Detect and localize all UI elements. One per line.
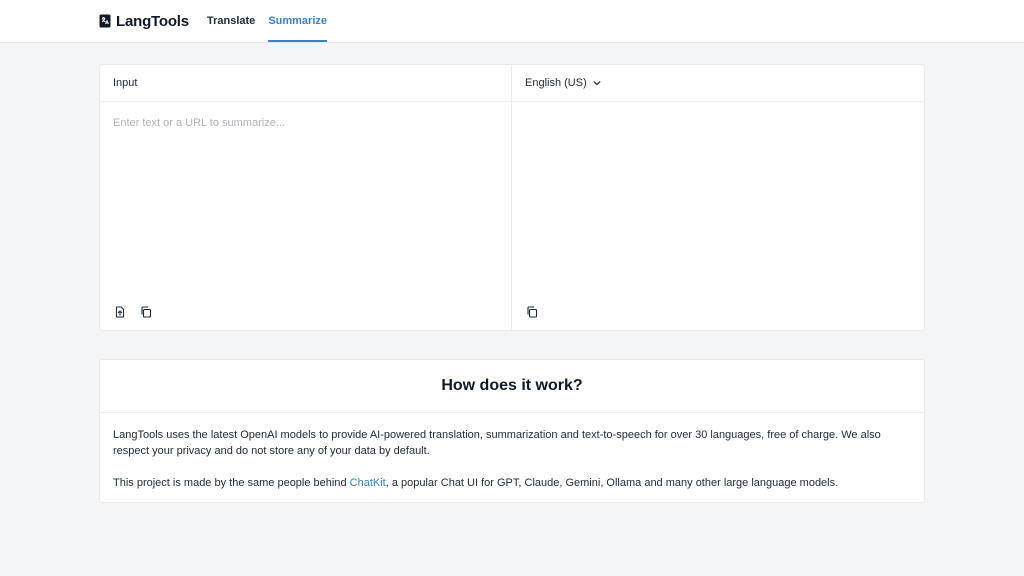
copy-icon — [140, 305, 151, 318]
copy-input-button[interactable] — [139, 305, 152, 318]
info-paragraph-2: This project is made by the same people … — [113, 475, 911, 491]
info-text: , a popular Chat UI for GPT, Claude, Gem… — [385, 477, 839, 489]
input-pane-header: Input — [100, 65, 511, 102]
brand-logo-link[interactable]: LangTools — [99, 12, 189, 30]
chatkit-link[interactable]: ChatKit — [350, 477, 386, 489]
how-it-works-body: LangTools uses the latest OpenAI models … — [100, 413, 924, 491]
output-pane-header: English (US) — [512, 65, 924, 102]
language-select[interactable]: English (US) — [525, 77, 601, 89]
input-textarea[interactable] — [100, 103, 511, 283]
brand-name: LangTools — [116, 12, 189, 30]
language-select-value: English (US) — [525, 77, 587, 89]
tab-translate[interactable]: Translate — [207, 0, 255, 43]
main-nav: Translate Summarize — [207, 0, 327, 43]
input-label: Input — [113, 77, 138, 89]
copy-icon — [526, 305, 537, 318]
info-text: This project is made by the same people … — [113, 477, 350, 489]
file-upload-icon — [115, 305, 124, 318]
chevron-down-icon — [593, 81, 601, 86]
input-toolbar — [113, 305, 152, 318]
info-paragraph-1: LangTools uses the latest OpenAI models … — [113, 429, 881, 457]
book-icon — [99, 14, 111, 28]
how-it-works-title: How does it work? — [100, 360, 924, 413]
copy-output-button[interactable] — [525, 305, 538, 318]
how-it-works-card: How does it work? LangTools uses the lat… — [99, 359, 925, 503]
upload-file-button[interactable] — [113, 305, 126, 318]
summarize-editor: Input English (US) — [99, 64, 925, 331]
output-toolbar — [525, 305, 538, 318]
tab-summarize[interactable]: Summarize — [268, 0, 327, 43]
output-pane: English (US) — [512, 65, 924, 330]
input-pane: Input — [100, 65, 512, 330]
top-navbar: LangTools Translate Summarize — [0, 0, 1024, 43]
